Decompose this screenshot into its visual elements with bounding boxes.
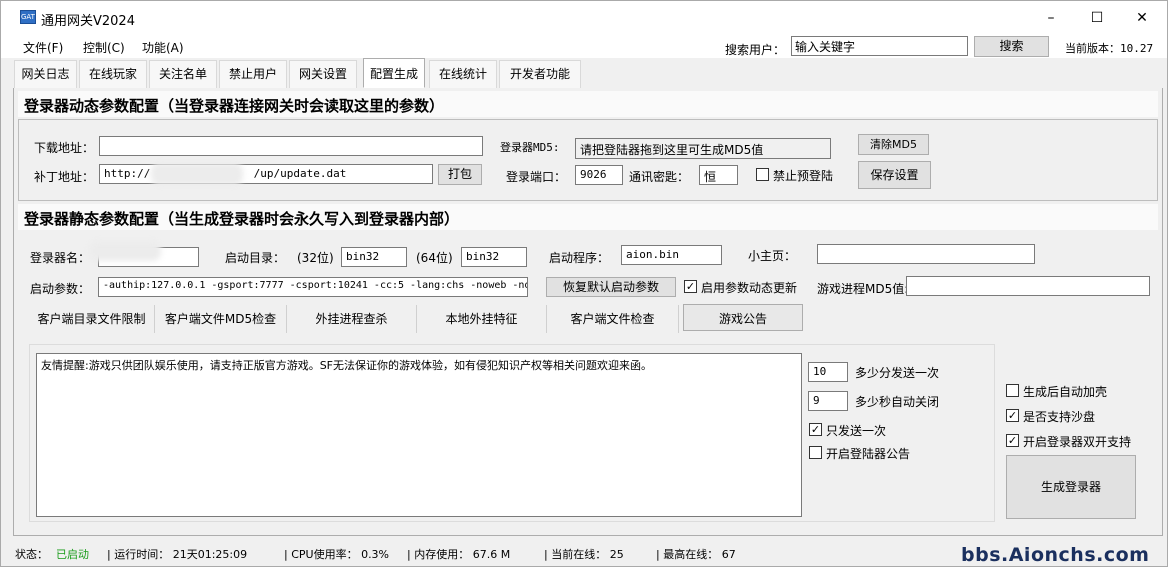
app-icon: GATE: [20, 10, 36, 24]
sandbox-label: 是否支持沙盘: [1023, 410, 1096, 424]
title-bar[interactable]: GATE 通用网关V2024 – ☐ ✕: [1, 1, 1167, 34]
static-section-title: 登录器静态参数配置（当生成登录器时会永久写入到登录器内部）: [24, 210, 460, 228]
process-md5-label: 游戏进程MD5值:: [817, 282, 909, 296]
watermark-text: bbs.Aionchs.com: [961, 544, 1150, 566]
restore-params-button[interactable]: 恢复默认启动参数: [546, 277, 676, 297]
search-button[interactable]: 搜索: [974, 36, 1049, 57]
subtab-cheat-process[interactable]: 外挂进程查杀: [287, 305, 417, 333]
auto-shell-checkbox[interactable]: [1006, 384, 1019, 397]
tab-online-players[interactable]: 在线玩家: [79, 60, 147, 88]
minimize-button[interactable]: –: [1028, 5, 1074, 31]
dynamic-section-title: 登录器动态参数配置（当登录器连接网关时会读取这里的参数）: [24, 97, 445, 115]
open-notice-label: 开启登陆器公告: [826, 447, 911, 461]
redacted-area: [151, 163, 243, 185]
port-label: 登录端口：: [506, 170, 567, 184]
tab-config-generate[interactable]: 配置生成: [363, 58, 425, 88]
status-value: 已启动: [56, 548, 89, 561]
process-md5-input[interactable]: [906, 276, 1150, 296]
tab-gateway-log[interactable]: 网关日志: [14, 60, 77, 88]
redacted-name-area: [89, 241, 161, 261]
homepage-label: 小主页：: [748, 249, 797, 263]
prelogin-label: 禁止预登陆: [773, 169, 834, 183]
subtab-game-notice[interactable]: 游戏公告: [683, 304, 803, 331]
dynamic-update-label: 启用参数动态更新: [701, 281, 798, 295]
patch-url-prefix: http://: [104, 167, 151, 180]
pack-button[interactable]: 打包: [438, 164, 482, 185]
notice-textarea[interactable]: 友情提醒:游戏只供团队娱乐使用，请支持正版官方游戏。SF无法保证你的游戏体验，如…: [36, 353, 802, 517]
close-seconds-label: 多少秒自动关闭: [855, 395, 940, 409]
key-label: 通讯密匙：: [629, 170, 690, 184]
download-label: 下载地址：: [34, 141, 95, 155]
port-input[interactable]: 9026: [575, 165, 623, 185]
subtab-file-check[interactable]: 客户端文件检查: [547, 305, 679, 333]
interval-label: 多少分发送一次: [855, 366, 940, 380]
menu-bar: 文件(F) 控制(C) 功能(A) 搜索用户： 输入关键字 搜索 当前版本：10…: [1, 34, 1167, 58]
bit64-dir-input[interactable]: bin32: [461, 247, 527, 267]
menu-file[interactable]: 文件(F): [23, 39, 63, 56]
subtab-dir-limit[interactable]: 客户端目录文件限制: [29, 305, 155, 333]
max-online-text: | 最高在线： 67: [656, 548, 736, 561]
dual-open-label: 开启登录器双开支持: [1023, 435, 1132, 449]
current-online-text: | 当前在线： 25: [544, 548, 624, 561]
open-notice-checkbox[interactable]: [809, 446, 822, 459]
generate-launcher-button[interactable]: 生成登录器: [1006, 455, 1136, 519]
search-input[interactable]: 输入关键字: [791, 36, 968, 56]
bit64-label: (64位): [416, 251, 453, 265]
sandbox-checkbox[interactable]: ✓: [1006, 409, 1019, 422]
patch-url-input[interactable]: http:// /up/update.dat: [99, 164, 433, 184]
menu-control[interactable]: 控制(C): [83, 39, 125, 56]
maximize-button[interactable]: ☐: [1074, 5, 1120, 31]
params-input[interactable]: -authip:127.0.0.1 -gsport:7777 -csport:1…: [98, 277, 528, 297]
close-button[interactable]: ✕: [1119, 5, 1165, 31]
md5-label: 登录器MD5:: [500, 141, 560, 154]
bit32-dir-input[interactable]: bin32: [341, 247, 407, 267]
close-seconds-input[interactable]: 9: [808, 391, 848, 411]
tab-watch-list[interactable]: 关注名单: [149, 60, 217, 88]
tab-bar: 网关日志 在线玩家 关注名单 禁止用户 网关设置 配置生成 在线统计 开发者功能: [1, 58, 1167, 88]
save-settings-button[interactable]: 保存设置: [858, 161, 931, 189]
startdir-label: 启动目录：: [225, 251, 286, 265]
cpu-usage-text: | CPU使用率： 0.3%: [284, 548, 390, 561]
subtab-file-md5[interactable]: 客户端文件MD5检查: [155, 305, 287, 333]
send-once-checkbox[interactable]: ✓: [809, 423, 822, 436]
dynamic-update-checkbox[interactable]: ✓: [684, 280, 697, 293]
dynamic-group: [18, 119, 1158, 201]
send-once-label: 只发送一次: [826, 424, 887, 438]
tab-banned-users[interactable]: 禁止用户: [219, 60, 287, 88]
search-user-label: 搜索用户：: [725, 43, 786, 57]
main-window: GATE 通用网关V2024 – ☐ ✕ 文件(F) 控制(C) 功能(A) 搜…: [0, 0, 1168, 567]
window-title: 通用网关V2024: [41, 14, 135, 29]
clear-md5-button[interactable]: 清除MD5: [858, 134, 929, 155]
menu-function[interactable]: 功能(A): [142, 39, 184, 56]
key-input[interactable]: 恒: [699, 165, 738, 185]
patch-label: 补丁地址：: [34, 170, 95, 184]
md5-drop-input[interactable]: 请把登陆器拖到这里可生成MD5值: [575, 138, 831, 159]
interval-input[interactable]: 10: [808, 362, 848, 382]
program-input[interactable]: aion.bin: [621, 245, 722, 265]
version-label: 当前版本：10.27: [1065, 42, 1154, 55]
tab-developer[interactable]: 开发者功能: [499, 60, 581, 88]
dual-open-checkbox[interactable]: ✓: [1006, 434, 1019, 447]
program-label: 启动程序：: [549, 251, 610, 265]
status-label: 状态：: [15, 548, 48, 561]
auto-shell-label: 生成后自动加壳: [1023, 385, 1108, 399]
download-url-input[interactable]: [99, 136, 483, 156]
bit32-label: (32位): [297, 251, 334, 265]
subtab-local-cheat[interactable]: 本地外挂特征: [417, 305, 547, 333]
tab-gateway-settings[interactable]: 网关设置: [289, 60, 357, 88]
homepage-input[interactable]: [817, 244, 1035, 264]
memory-usage-text: | 内存使用： 67.6 M: [407, 548, 511, 561]
launcher-name-label: 登录器名：: [30, 251, 91, 265]
runtime-text: | 运行时间： 21天01:25:09: [107, 548, 248, 561]
prelogin-checkbox[interactable]: [756, 168, 769, 181]
params-label: 启动参数：: [30, 282, 91, 296]
tab-online-stats[interactable]: 在线统计: [429, 60, 497, 88]
patch-url-suffix: /up/update.dat: [253, 167, 347, 180]
